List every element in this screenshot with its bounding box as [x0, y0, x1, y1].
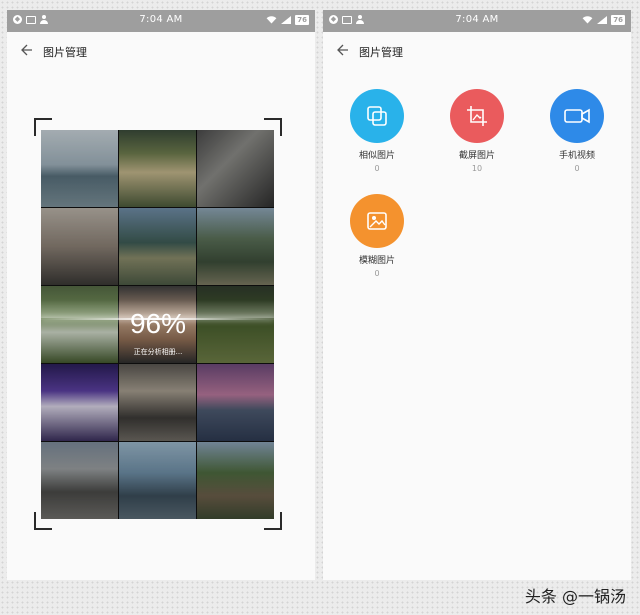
- category-count: 10: [471, 164, 483, 173]
- category-label: 模糊图片: [358, 256, 395, 266]
- category-blurry-photos[interactable]: 模糊图片 0: [337, 194, 417, 278]
- category-phone-videos[interactable]: 手机视频 0: [537, 89, 617, 173]
- video-icon: [550, 89, 604, 143]
- category-similar-photos[interactable]: 相似图片 0: [337, 89, 417, 173]
- wifi-icon: [266, 16, 277, 24]
- category-label: 截屏图片: [458, 151, 495, 161]
- category-count: 0: [374, 164, 380, 173]
- watermark-text: 头条 @一锅汤: [524, 587, 626, 606]
- status-bar: ◆ 7:04 AM 76: [7, 10, 315, 32]
- category-label: 相似图片: [358, 151, 395, 161]
- status-bar: ◆ 7:04 AM 76: [323, 10, 631, 32]
- battery-icon: 76: [295, 15, 309, 25]
- frame-corner: [264, 118, 282, 136]
- scan-frame: [34, 118, 282, 530]
- wifi-icon: [582, 16, 593, 24]
- app-bar: 图片管理: [323, 32, 631, 68]
- frame-corner: [264, 512, 282, 530]
- similar-photos-icon: [350, 89, 404, 143]
- category-label: 手机视频: [558, 151, 595, 161]
- blurry-photo-icon: [350, 194, 404, 248]
- signal-icon: [597, 16, 608, 24]
- phone-screen-categories: ◆ 7:04 AM 76 图片管理 相似图片 0 截屏图片 10 手机视频 0 …: [323, 10, 631, 580]
- category-count: 0: [574, 164, 580, 173]
- category-count: 0: [374, 269, 380, 278]
- screenshot-icon: [450, 89, 504, 143]
- app-bar: 图片管理: [7, 32, 315, 68]
- frame-corner: [34, 512, 52, 530]
- battery-icon: 76: [611, 15, 625, 25]
- back-arrow-icon[interactable]: [19, 43, 33, 57]
- frame-corner: [34, 118, 52, 136]
- signal-icon: [281, 16, 292, 24]
- back-arrow-icon[interactable]: [335, 43, 349, 57]
- page-title: 图片管理: [43, 46, 87, 59]
- category-screenshots[interactable]: 截屏图片 10: [437, 89, 517, 173]
- page-title: 图片管理: [359, 46, 403, 59]
